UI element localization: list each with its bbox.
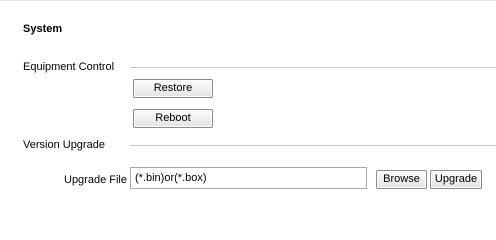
page-title: System <box>23 23 63 35</box>
upgrade-button[interactable]: Upgrade <box>430 170 482 189</box>
upgrade-file-label: Upgrade File <box>64 174 127 186</box>
browse-button[interactable]: Browse <box>376 170 427 189</box>
equipment-control-label: Equipment Control <box>23 61 115 73</box>
equipment-control-divider <box>130 67 496 68</box>
reboot-button[interactable]: Reboot <box>133 109 213 128</box>
upgrade-file-input[interactable] <box>130 167 367 189</box>
system-panel: System Equipment Control Restore Reboot … <box>0 0 496 240</box>
version-upgrade-divider <box>130 145 496 146</box>
restore-button[interactable]: Restore <box>133 79 213 98</box>
version-upgrade-label: Version Upgrade <box>23 139 105 151</box>
